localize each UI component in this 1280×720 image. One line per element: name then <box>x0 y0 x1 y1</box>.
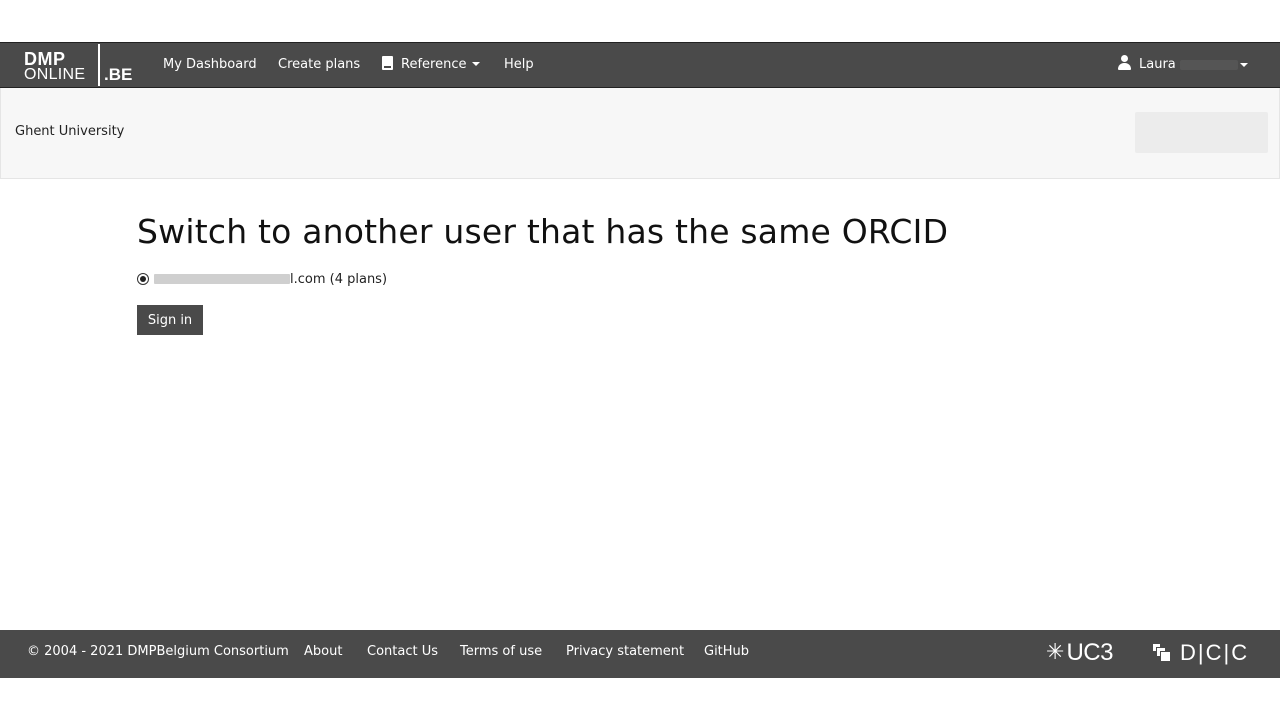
organisation-bar: Ghent University <box>0 88 1280 179</box>
book-icon <box>382 56 393 70</box>
dmponline-logo[interactable]: DMP ONLINE .BE <box>24 43 134 87</box>
dcc-logo[interactable]: D|C|C <box>1152 640 1249 666</box>
user-menu-dropdown[interactable]: Laura <box>1118 43 1258 87</box>
organisation-name: Ghent University <box>15 124 125 139</box>
user-icon <box>1118 55 1131 71</box>
user-name: Laura <box>1139 57 1176 72</box>
uc3-logo-text: UC3 <box>1066 639 1113 666</box>
sign-in-button[interactable]: Sign in <box>137 305 203 335</box>
top-navbar: DMP ONLINE .BE My Dashboard Create plans… <box>0 42 1280 88</box>
footer-link-privacy[interactable]: Privacy statement <box>566 630 684 678</box>
user-name-redacted <box>1179 59 1238 70</box>
user-option[interactable]: l.com (4 plans) <box>137 270 387 288</box>
footer-link-about[interactable]: About <box>304 630 342 678</box>
dcc-logo-text: D|C|C <box>1180 640 1250 665</box>
uc3-star-icon: ✳ <box>1046 640 1065 665</box>
caret-down-icon <box>472 62 481 66</box>
footer: © 2004 - 2021 DMPBelgium Consortium Abou… <box>0 630 1280 678</box>
footer-link-contact[interactable]: Contact Us <box>367 630 438 678</box>
uc3-logo[interactable]: ✳ UC3 <box>1046 639 1113 666</box>
nav-reference-dropdown[interactable]: Reference <box>382 43 481 87</box>
organisation-logo-placeholder <box>1135 112 1268 153</box>
dcc-squares-icon <box>1152 643 1172 663</box>
nav-help[interactable]: Help <box>504 43 534 87</box>
email-redacted <box>154 274 290 284</box>
user-option-label: l.com (4 plans) <box>290 271 388 287</box>
footer-link-github[interactable]: GitHub <box>704 630 749 678</box>
logo-suffix: .BE <box>104 65 133 84</box>
logo-divider <box>98 44 100 86</box>
footer-copyright: © 2004 - 2021 DMPBelgium Consortium <box>27 644 289 659</box>
nav-create-plans[interactable]: Create plans <box>278 43 360 87</box>
footer-link-terms[interactable]: Terms of use <box>460 630 542 678</box>
caret-down-icon <box>1240 63 1248 67</box>
nav-my-dashboard[interactable]: My Dashboard <box>163 43 257 87</box>
user-option-radio[interactable] <box>137 273 149 285</box>
logo-line2: ONLINE <box>24 66 86 83</box>
nav-reference-label: Reference <box>401 57 467 72</box>
page-title: Switch to another user that has the same… <box>137 212 949 251</box>
